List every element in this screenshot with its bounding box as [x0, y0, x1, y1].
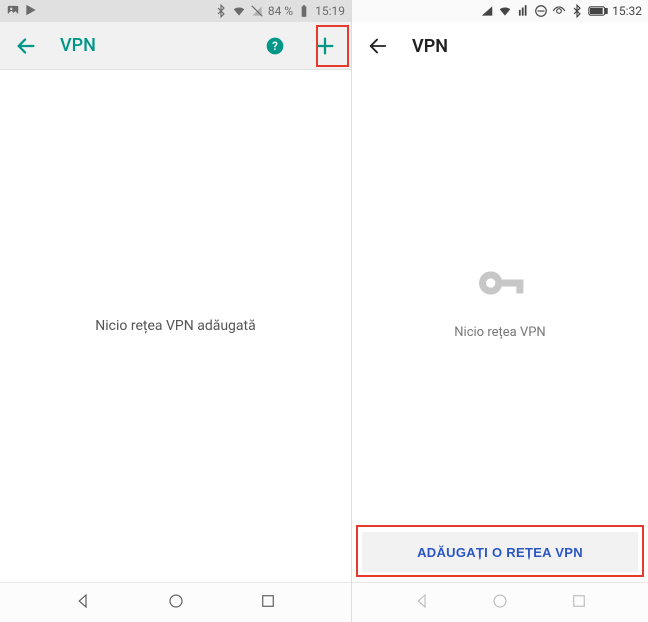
nav-home-icon[interactable] [167, 592, 185, 614]
bluetooth-icon [214, 4, 228, 18]
eye-comfort-icon [552, 4, 566, 18]
status-bar-right: 15:32 [352, 0, 648, 22]
dnd-icon [534, 4, 548, 18]
wifi-icon [232, 4, 246, 18]
nav-bar-left [0, 582, 351, 622]
page-title-left: VPN [60, 35, 96, 56]
app-bar-left: VPN ? [0, 22, 351, 70]
empty-state-left: Nicio rețea VPN adăugată [0, 70, 351, 582]
back-button[interactable] [362, 30, 394, 62]
page-title-right: VPN [412, 36, 448, 57]
empty-state-right: Nicio rețea VPN [352, 70, 648, 524]
status-bar-left: 84 % 15:19 [0, 0, 351, 22]
help-button[interactable]: ? [259, 30, 291, 62]
data-icon [516, 4, 530, 18]
nav-recent-icon[interactable] [259, 592, 277, 614]
wifi-icon [498, 4, 512, 18]
no-sim-icon [250, 4, 264, 18]
bluetooth-icon [570, 4, 584, 18]
battery-icon [297, 4, 311, 18]
nav-back-icon[interactable] [74, 592, 92, 614]
svg-text:?: ? [272, 39, 278, 53]
battery-icon [588, 5, 608, 17]
clock-label: 15:19 [315, 4, 345, 18]
photo-notification-icon [6, 3, 20, 20]
nav-back-icon[interactable] [413, 592, 431, 614]
signal-icon [480, 4, 494, 18]
phone-right: 15:32 VPN Nicio rețea VPN ADĂUGAȚI O REȚ… [352, 0, 648, 622]
app-bar-right: VPN [352, 22, 648, 70]
key-icon [472, 255, 528, 315]
empty-message-left: Nicio rețea VPN adăugată [95, 318, 255, 334]
nav-home-icon[interactable] [491, 592, 509, 614]
phone-left: 84 % 15:19 VPN ? Nicio rețea VPN adăugat… [0, 0, 352, 622]
nav-bar-right [352, 582, 648, 622]
add-vpn-network-button[interactable]: ADĂUGAȚI O REȚEA VPN [362, 532, 638, 572]
nav-recent-icon[interactable] [570, 592, 588, 614]
play-notification-icon [24, 3, 38, 20]
add-vpn-network-label: ADĂUGAȚI O REȚEA VPN [417, 545, 583, 560]
clock-label: 15:32 [612, 4, 642, 18]
battery-pct-label: 84 % [268, 4, 293, 18]
empty-message-right: Nicio rețea VPN [454, 325, 545, 340]
back-button[interactable] [10, 30, 42, 62]
add-vpn-button[interactable] [309, 30, 341, 62]
